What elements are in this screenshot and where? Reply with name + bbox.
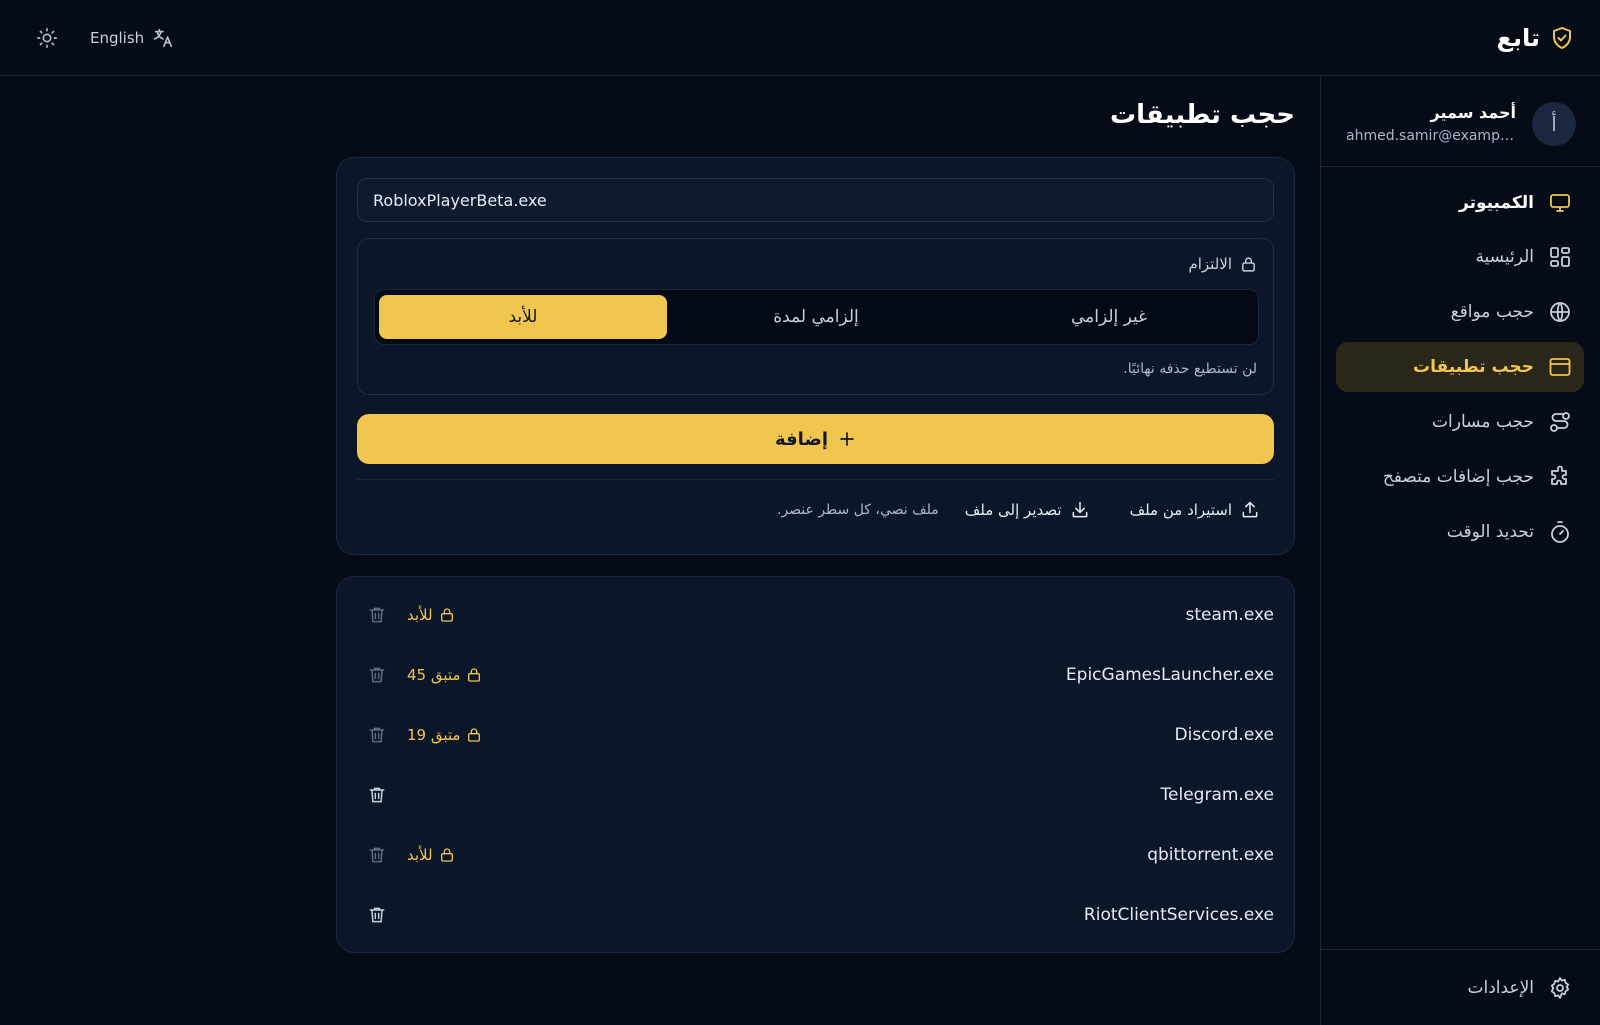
monitor-icon [1548, 191, 1572, 215]
language-label: English [90, 29, 145, 47]
trash-icon[interactable] [367, 845, 387, 865]
commitment-hint: لن تستطيع حذفه نهائيًا. [1123, 361, 1257, 377]
user-email: ahmed.samir@example.com [1346, 128, 1516, 144]
lock-icon [466, 727, 482, 743]
sidebar-item-block-paths[interactable]: حجب مسارات [1336, 397, 1584, 447]
list-item: Telegram.exe [357, 765, 1274, 825]
dashboard-icon [1548, 245, 1572, 269]
route-icon [1548, 410, 1572, 434]
app-name: Telegram.exe [1160, 785, 1274, 805]
commitment-label: الالتزام [1188, 255, 1257, 273]
sidebar-group-computer[interactable]: الكمبيوتر [1336, 178, 1584, 228]
commitment-selector: غير إلزامي إلزامي لمدة للأبد [374, 289, 1259, 345]
download-icon [1070, 500, 1090, 520]
option-optional[interactable]: غير إلزامي [965, 295, 1253, 339]
lock-icon [466, 667, 482, 683]
trash-icon[interactable] [367, 785, 387, 805]
list-item: Discord.exe متبق 19 [357, 705, 1274, 765]
sidebar-item-label: حجب تطبيقات [1413, 357, 1534, 377]
shield-check-icon [1550, 26, 1574, 50]
commitment-badge: متبق 45 [407, 666, 482, 684]
user-name: أحمد سمير [1430, 103, 1517, 122]
badge-text: متبق 45 [407, 666, 461, 684]
list-item: EpicGamesLauncher.exe متبق 45 [357, 645, 1274, 705]
trash-icon[interactable] [367, 605, 387, 625]
app-name: RiotClientServices.exe [1083, 905, 1274, 925]
sidebar-item-label: الرئيسية [1475, 247, 1534, 267]
sidebar-item-block-apps[interactable]: حجب تطبيقات [1336, 342, 1584, 392]
import-button[interactable]: استيراد من ملف [1130, 500, 1260, 520]
trash-icon[interactable] [367, 665, 387, 685]
option-timed[interactable]: إلزامي لمدة [672, 295, 960, 339]
sidebar-item-settings[interactable]: الإعدادات [1336, 963, 1584, 1013]
divider [357, 479, 1274, 480]
app-name: Discord.exe [1174, 725, 1274, 745]
puzzle-icon [1548, 465, 1572, 489]
app-name: EpicGamesLauncher.exe [1065, 665, 1274, 685]
upload-icon [1240, 500, 1260, 520]
lock-icon [439, 607, 455, 623]
avatar[interactable]: أ [1532, 102, 1576, 146]
sidebar-item-label: تحديد الوقت [1446, 522, 1534, 542]
translate-icon [152, 27, 174, 49]
plus-icon [838, 430, 856, 448]
commitment-badge: متبق 19 [407, 726, 482, 744]
top-bar: English تابع [0, 0, 1600, 76]
brand: تابع [1497, 22, 1574, 54]
sidebar: أ أحمد سمير ahmed.samir@example.com الكم… [1320, 76, 1600, 1025]
list-item: qbittorrent.exe للأبد [357, 825, 1274, 885]
sidebar-item-home[interactable]: الرئيسية [1336, 232, 1584, 282]
trash-icon[interactable] [367, 905, 387, 925]
app-window-icon [1548, 355, 1572, 379]
list-item: RiotClientServices.exe [357, 885, 1274, 945]
language-toggle[interactable]: English [90, 26, 174, 50]
add-button-label: إضافة [774, 428, 829, 450]
badge-text: للأبد [407, 606, 433, 624]
sidebar-item-block-extensions[interactable]: حجب إضافات متصفح [1336, 452, 1584, 502]
user-profile: أ أحمد سمير ahmed.samir@example.com [1321, 76, 1600, 167]
timer-icon [1548, 520, 1572, 544]
page-title: حجب تطبيقات [1110, 100, 1295, 130]
sidebar-group-label: الكمبيوتر [1459, 193, 1534, 213]
app-name-input[interactable] [357, 178, 1274, 222]
brand-name: تابع [1496, 24, 1540, 52]
import-export-row: استيراد من ملف تصدير إلى ملف ملف نصي، كل… [777, 500, 1260, 520]
globe-icon [1548, 300, 1572, 324]
sidebar-item-block-sites[interactable]: حجب مواقع [1336, 287, 1584, 337]
lock-icon [439, 847, 455, 863]
add-button[interactable]: إضافة [357, 414, 1274, 464]
sidebar-item-label: حجب مسارات [1432, 412, 1534, 432]
commitment-badge: للأبد [407, 846, 455, 864]
sidebar-item-time-limit[interactable]: تحديد الوقت [1336, 507, 1584, 557]
import-label: استيراد من ملف [1129, 501, 1232, 519]
gear-icon [1548, 976, 1572, 1000]
sidebar-item-label: حجب إضافات متصفح [1382, 467, 1534, 487]
option-forever[interactable]: للأبد [379, 295, 667, 339]
lock-icon [1240, 256, 1257, 273]
export-button[interactable]: تصدير إلى ملف [965, 500, 1090, 520]
badge-text: متبق 19 [407, 726, 461, 744]
trash-icon[interactable] [367, 725, 387, 745]
add-app-card: الالتزام غير إلزامي إلزامي لمدة للأبد لن… [336, 157, 1295, 555]
sun-icon[interactable] [36, 27, 58, 49]
commitment-box: الالتزام غير إلزامي إلزامي لمدة للأبد لن… [357, 238, 1274, 395]
app-name: qbittorrent.exe [1147, 845, 1274, 865]
blocked-apps-list: steam.exe للأبد EpicGamesLauncher.exe مت… [336, 576, 1295, 953]
commitment-label-text: الالتزام [1188, 255, 1232, 273]
commitment-badge: للأبد [407, 606, 455, 624]
sidebar-item-label: حجب مواقع [1450, 302, 1534, 322]
list-item: steam.exe للأبد [357, 585, 1274, 645]
export-label: تصدير إلى ملف [964, 501, 1062, 519]
app-name: steam.exe [1185, 605, 1274, 625]
badge-text: للأبد [407, 846, 433, 864]
file-format-hint: ملف نصي، كل سطر عنصر. [776, 502, 939, 518]
sidebar-item-label: الإعدادات [1467, 978, 1534, 998]
sidebar-footer: الإعدادات [1321, 949, 1600, 1025]
